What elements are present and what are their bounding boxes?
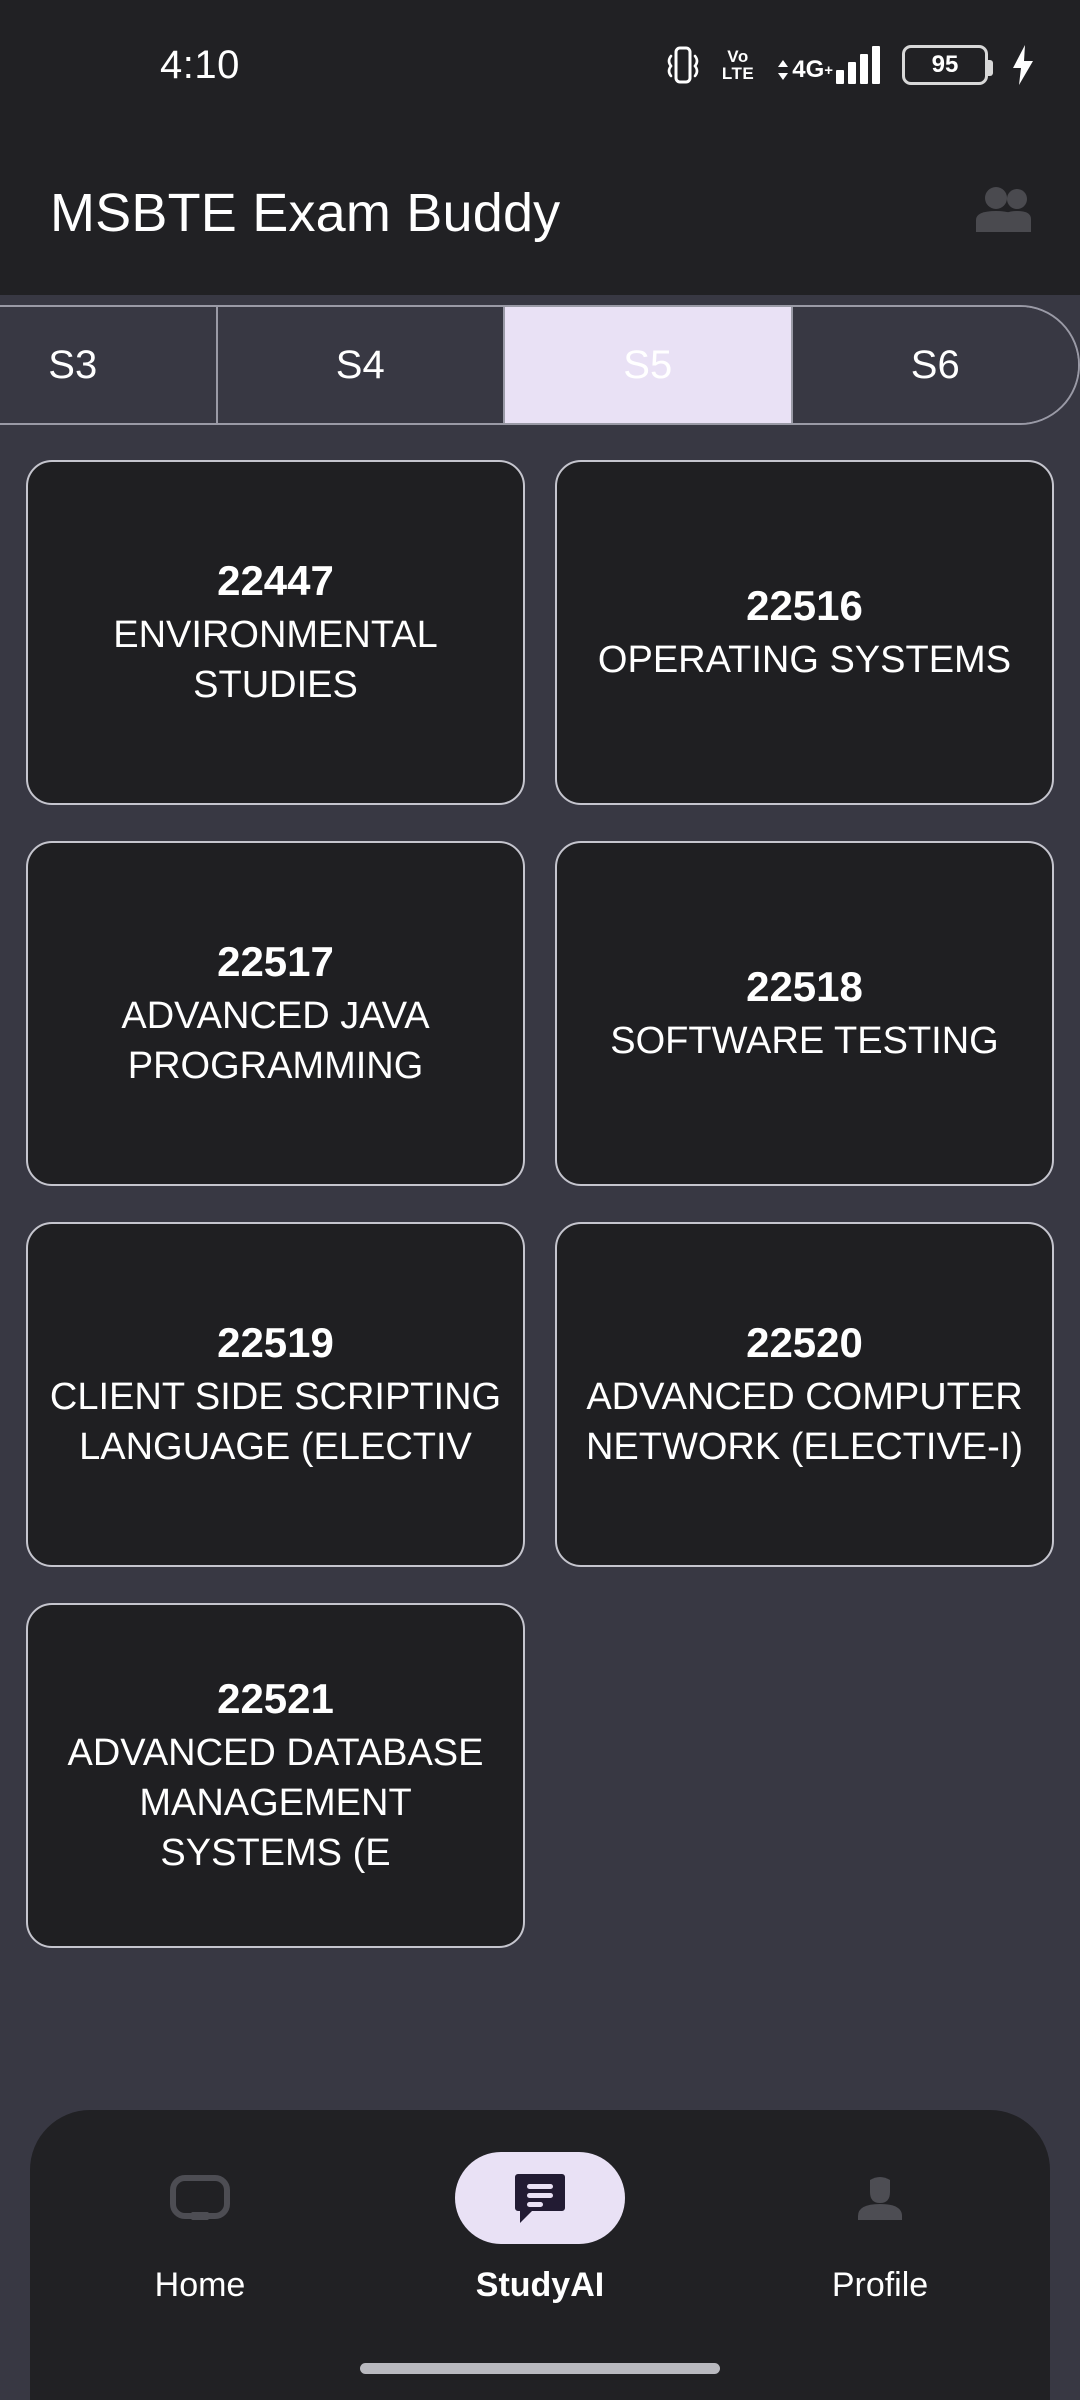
studyai-icon-container: [455, 2152, 625, 2244]
tab-s5[interactable]: S5: [505, 307, 793, 423]
app-bar: MSBTE Exam Buddy: [0, 130, 1080, 295]
subject-card[interactable]: 22520 ADVANCED COMPUTER NETWORK (ELECTIV…: [555, 1222, 1054, 1567]
subject-name: SOFTWARE TESTING: [610, 1019, 999, 1062]
nav-label-profile: Profile: [831, 2266, 929, 2304]
app-screen: 4:10 Vo LTE 4G + 95 MSBTE Exam Buddy S3 …: [0, 0, 1080, 2400]
subject-code: 22517: [217, 938, 334, 986]
semester-tab-bar: S3 S4 S5 S6: [0, 295, 1080, 435]
nav-label-home: Home: [154, 2266, 246, 2304]
charging-bolt-icon: [1010, 44, 1036, 86]
volte-top-text: Vo: [727, 47, 749, 66]
subject-card[interactable]: 22518 SOFTWARE TESTING: [555, 841, 1054, 1186]
vibrate-icon: [666, 44, 700, 86]
subject-code: 22520: [746, 1319, 863, 1367]
tab-s6[interactable]: S6: [792, 307, 1078, 423]
group-people-icon[interactable]: [972, 184, 1036, 241]
subject-grid: 22447 ENVIRONMENTAL STUDIES 22516 OPERAT…: [0, 460, 1080, 1948]
semester-tab-list: S3 S4 S5 S6: [0, 305, 1080, 425]
subject-code: 22521: [217, 1675, 334, 1723]
nav-label-studyai: StudyAI: [475, 2266, 605, 2304]
tab-s3[interactable]: S3: [0, 307, 218, 423]
subject-name: ENVIRONMENTAL STUDIES: [113, 613, 438, 706]
subject-card[interactable]: 22519 CLIENT SIDE SCRIPTING LANGUAGE (EL…: [26, 1222, 525, 1567]
subject-code: 22447: [217, 557, 334, 605]
status-bar: 4:10 Vo LTE 4G + 95: [0, 0, 1080, 130]
battery-level-text: 95: [931, 51, 959, 78]
nav-item-studyai[interactable]: StudyAI: [420, 2152, 660, 2305]
network-plus-text: +: [824, 61, 833, 79]
bottom-navigation-bar: Home StudyAI Profile: [30, 2110, 1050, 2400]
nav-item-profile[interactable]: Profile: [760, 2152, 1000, 2305]
system-home-indicator[interactable]: [360, 2363, 720, 2374]
subject-name: ADVANCED DATABASE MANAGEMENT SYSTEMS (E: [67, 1731, 484, 1874]
subject-name: ADVANCED COMPUTER NETWORK (ELECTIVE-I): [585, 1375, 1024, 1468]
subject-card[interactable]: 22447 ENVIRONMENTAL STUDIES: [26, 460, 525, 805]
person-icon: [858, 2177, 902, 2220]
page-title: MSBTE Exam Buddy: [50, 182, 561, 243]
volte-icon: Vo LTE: [722, 48, 754, 82]
network-type-label: 4G +: [776, 56, 833, 84]
tab-s4[interactable]: S4: [217, 307, 505, 423]
signal-4g-plus-icon: 4G +: [776, 46, 880, 84]
subject-code: 22519: [217, 1319, 334, 1367]
subject-name: CLIENT SIDE SCRIPTING LANGUAGE (ELECTIV: [49, 1375, 502, 1468]
subject-code: 22518: [746, 963, 863, 1011]
battery-icon: 95: [902, 45, 993, 85]
status-bar-clock: 4:10: [160, 42, 240, 87]
volte-bottom-text: LTE: [721, 64, 755, 83]
status-bar-icons: Vo LTE 4G + 95: [666, 44, 1036, 86]
profile-icon-container: [795, 2152, 965, 2244]
subject-name: ADVANCED JAVA PROGRAMMING: [121, 994, 430, 1087]
home-icon: [170, 2175, 230, 2220]
network-label-text: 4G: [792, 56, 825, 83]
subject-card[interactable]: 22521 ADVANCED DATABASE MANAGEMENT SYSTE…: [26, 1603, 525, 1948]
subject-card[interactable]: 22516 OPERATING SYSTEMS: [555, 460, 1054, 805]
subject-code: 22516: [746, 582, 863, 630]
subject-name: OPERATING SYSTEMS: [597, 638, 1012, 681]
chat-message-icon: [515, 2174, 565, 2223]
nav-item-home[interactable]: Home: [80, 2152, 320, 2305]
signal-bars-icon: [836, 46, 880, 84]
home-icon-container: [115, 2152, 285, 2244]
subject-card[interactable]: 22517 ADVANCED JAVA PROGRAMMING: [26, 841, 525, 1186]
